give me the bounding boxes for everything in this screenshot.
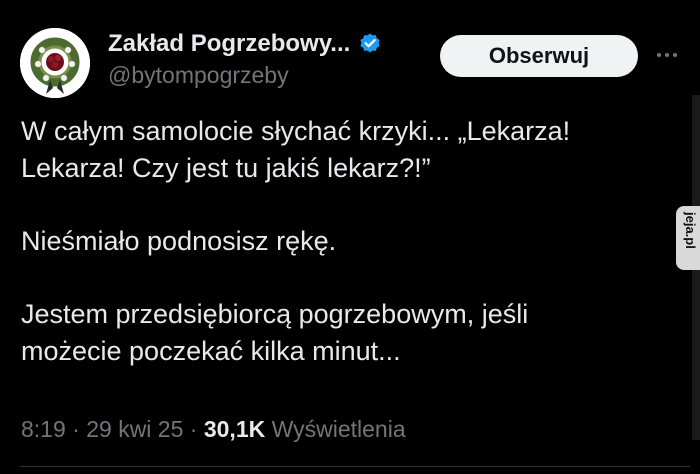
views-label: Wyświetlenia <box>271 416 406 442</box>
watermark-text: jeja.pl <box>683 212 698 249</box>
tweet-line-2: Lekarza! Czy jest tu jakiś lekarz?!” <box>21 153 431 183</box>
author-display-name[interactable]: Zakład Pogrzebowy... <box>108 30 350 58</box>
tweet-line-5: możecie poczekać kilka minut... <box>21 336 401 366</box>
tweet-card: Zakład Pogrzebowy... @bytompogrzeby Obse… <box>0 0 700 474</box>
author-handle[interactable]: @bytompogrzeby <box>108 62 289 89</box>
tweet-paragraph-3: Jestem przedsiębiorcą pogrzebowym, jeśli… <box>21 296 681 370</box>
tweet-line-4: Jestem przedsiębiorcą pogrzebowym, jeśli <box>21 299 529 329</box>
tweet-time[interactable]: 8:19 <box>21 416 66 442</box>
views-count: 30,1K <box>203 416 266 442</box>
funeral-wreath-icon <box>20 28 90 98</box>
watermark: jeja.pl <box>676 206 700 270</box>
divider <box>20 466 690 467</box>
tweet-text: W całym samolocie słychać krzyki... „Lek… <box>21 113 681 406</box>
meta-separator: · <box>183 416 204 442</box>
author-name-row: Zakład Pogrzebowy... <box>108 28 382 60</box>
tweet-meta: 8:19 · 29 kwi 25 · 30,1K Wyświetlenia <box>21 416 406 443</box>
meta-separator: · <box>65 416 87 442</box>
tweet-date[interactable]: 29 kwi 25 <box>86 416 183 442</box>
more-dot <box>657 53 661 57</box>
follow-button[interactable]: Obserwuj <box>440 35 638 77</box>
avatar[interactable] <box>20 28 90 98</box>
more-dot <box>673 53 677 57</box>
more-options-icon[interactable] <box>650 40 684 70</box>
verified-badge-icon <box>358 32 382 56</box>
tweet-paragraph-2: Nieśmiało podnosisz rękę. <box>21 223 681 260</box>
more-dot <box>665 53 669 57</box>
tweet-line-1: W całym samolocie słychać krzyki... „Lek… <box>21 116 571 146</box>
tweet-line-3: Nieśmiało podnosisz rękę. <box>21 226 337 256</box>
tweet-paragraph-1: W całym samolocie słychać krzyki... „Lek… <box>21 113 681 187</box>
